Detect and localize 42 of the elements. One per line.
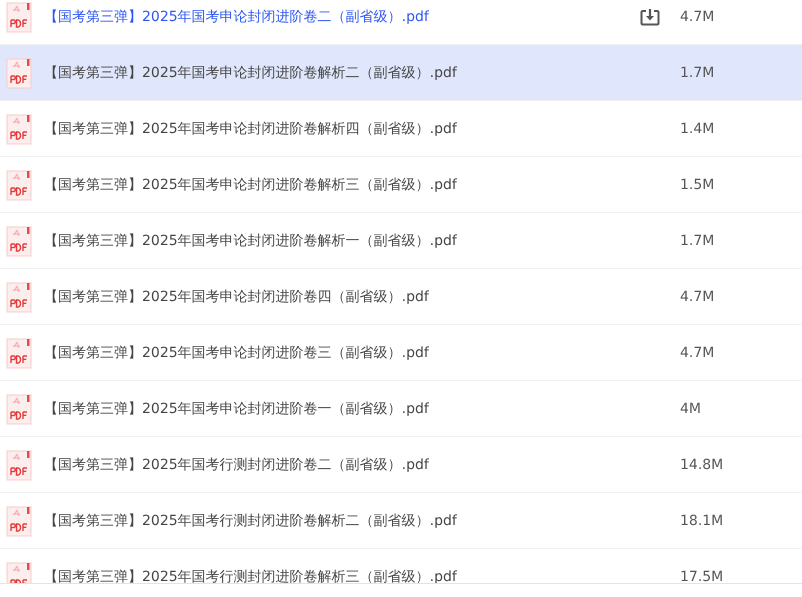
file-row[interactable]: 【国考第三弹】2025年国考申论封闭进阶卷三（副省级）.pdf 4.7M <box>0 325 802 380</box>
file-name[interactable]: 【国考第三弹】2025年国考申论封闭进阶卷解析一（副省级）.pdf <box>44 232 640 250</box>
file-row[interactable]: 【国考第三弹】2025年国考申论封闭进阶卷解析三（副省级）.pdf 1.5M <box>0 157 802 212</box>
pdf-file-icon <box>6 506 32 537</box>
pdf-file-icon <box>6 338 32 369</box>
download-icon[interactable] <box>640 8 660 26</box>
file-name[interactable]: 【国考第三弹】2025年国考行测封闭进阶卷解析二（副省级）.pdf <box>44 512 640 530</box>
file-size: 4.7M <box>680 344 714 360</box>
file-row[interactable]: 【国考第三弹】2025年国考申论封闭进阶卷解析四（副省级）.pdf 1.4M <box>0 101 802 156</box>
pdf-file-icon <box>6 2 32 33</box>
file-name[interactable]: 【国考第三弹】2025年国考申论封闭进阶卷解析二（副省级）.pdf <box>44 64 640 82</box>
file-row[interactable]: 【国考第三弹】2025年国考行测封闭进阶卷二（副省级）.pdf 14.8M <box>0 437 802 492</box>
file-size: 4M <box>680 400 701 416</box>
file-row[interactable]: 【国考第三弹】2025年国考申论封闭进阶卷四（副省级）.pdf 4.7M <box>0 269 802 324</box>
pdf-file-icon <box>6 394 32 425</box>
file-name[interactable]: 【国考第三弹】2025年国考申论封闭进阶卷二（副省级）.pdf <box>44 8 640 26</box>
pdf-file-icon <box>6 114 32 145</box>
file-size: 4.7M <box>680 288 714 304</box>
file-size: 1.7M <box>680 232 714 248</box>
file-size: 1.4M <box>680 120 714 136</box>
file-row[interactable]: 【国考第三弹】2025年国考申论封闭进阶卷一（副省级）.pdf 4M <box>0 381 802 436</box>
pdf-file-icon <box>6 170 32 201</box>
pdf-file-icon <box>6 226 32 257</box>
file-size: 17.5M <box>680 568 724 583</box>
file-row[interactable]: 【国考第三弹】2025年国考申论封闭进阶卷解析二（副省级）.pdf 1.7M <box>0 45 802 100</box>
file-row[interactable]: 【国考第三弹】2025年国考申论封闭进阶卷解析一（副省级）.pdf 1.7M <box>0 213 802 268</box>
file-size: 4.7M <box>680 8 714 24</box>
pdf-file-icon <box>6 450 32 481</box>
file-name[interactable]: 【国考第三弹】2025年国考申论封闭进阶卷解析四（副省级）.pdf <box>44 120 640 138</box>
pdf-file-icon <box>6 282 32 313</box>
pdf-file-icon <box>6 58 32 89</box>
file-size: 1.7M <box>680 64 714 80</box>
file-size: 14.8M <box>680 456 724 472</box>
file-name[interactable]: 【国考第三弹】2025年国考申论封闭进阶卷解析三（副省级）.pdf <box>44 176 640 194</box>
file-size: 1.5M <box>680 176 714 192</box>
file-row[interactable]: 【国考第三弹】2025年国考行测封闭进阶卷解析二（副省级）.pdf 18.1M <box>0 493 802 548</box>
file-name[interactable]: 【国考第三弹】2025年国考申论封闭进阶卷三（副省级）.pdf <box>44 344 640 362</box>
file-name[interactable]: 【国考第三弹】2025年国考申论封闭进阶卷四（副省级）.pdf <box>44 288 640 306</box>
file-size: 18.1M <box>680 512 724 528</box>
file-name[interactable]: 【国考第三弹】2025年国考申论封闭进阶卷一（副省级）.pdf <box>44 400 640 418</box>
file-row[interactable]: 【国考第三弹】2025年国考申论封闭进阶卷二（副省级）.pdf 4.7M <box>0 0 802 44</box>
file-name[interactable]: 【国考第三弹】2025年国考行测封闭进阶卷二（副省级）.pdf <box>44 456 640 474</box>
